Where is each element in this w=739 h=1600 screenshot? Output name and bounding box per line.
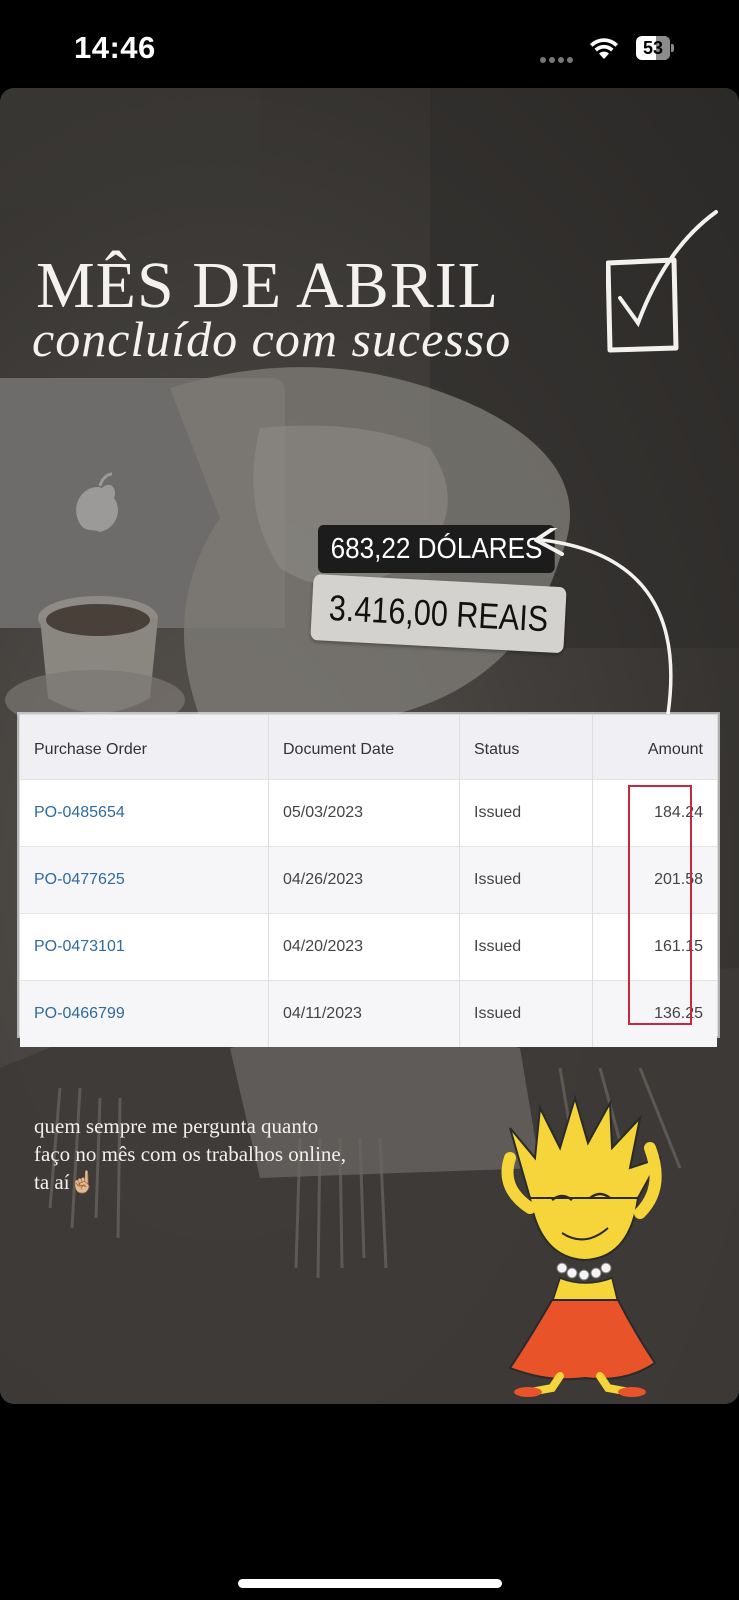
reais-total-tag: 3.416,00 REAIS — [310, 574, 567, 654]
clock: 14:46 — [74, 30, 156, 65]
column-header-amount[interactable]: Amount — [592, 715, 717, 780]
column-header-status[interactable]: Status — [459, 715, 593, 780]
lisa-simpson-sticker — [501, 1094, 663, 1397]
column-header-document-date[interactable]: Document Date — [268, 715, 460, 780]
table-row: PO-0466799 04/11/2023 Issued 136.25 — [20, 980, 717, 1047]
table-row: PO-0477625 04/26/2023 Issued 201.58 — [20, 846, 717, 914]
status-bar: 14:46 53 — [0, 0, 739, 88]
story-frame[interactable]: MÊS DE ABRIL concluído com sucesso 683,2… — [0, 88, 739, 1404]
purchase-order-link[interactable]: PO-0477625 — [20, 846, 269, 914]
story-caption: quem sempre me pergunta quanto faço no m… — [34, 1114, 347, 1194]
status-cell: Issued — [459, 779, 593, 847]
home-indicator[interactable] — [238, 1579, 502, 1588]
signal-dots-icon — [540, 50, 576, 63]
status-cell: Issued — [459, 846, 593, 914]
document-date-cell: 04/11/2023 — [268, 980, 460, 1047]
column-header-purchase-order[interactable]: Purchase Order — [20, 715, 269, 780]
purchase-order-link[interactable]: PO-0473101 — [20, 913, 269, 981]
purchase-order-link[interactable]: PO-0466799 — [20, 980, 269, 1047]
table-row: PO-0473101 04/20/2023 Issued 161.15 — [20, 913, 717, 981]
battery-level-text: 53 — [642, 38, 664, 58]
purchase-order-link[interactable]: PO-0485654 — [20, 779, 269, 847]
amount-highlight-box — [628, 785, 692, 1025]
purchase-orders-table: Purchase Order Document Date Status Amou… — [19, 714, 718, 1047]
dollars-total-tag: 683,22 DÓLARES — [318, 525, 556, 573]
curved-arrow-icon — [534, 528, 673, 716]
table-row: PO-0485654 05/03/2023 Issued 184.24 — [20, 779, 717, 847]
document-date-cell: 05/03/2023 — [268, 779, 460, 847]
document-date-cell: 04/26/2023 — [268, 846, 460, 914]
status-cell: Issued — [459, 980, 593, 1047]
story-subtitle: concluído com sucesso — [32, 311, 512, 367]
wifi-icon — [590, 38, 618, 59]
document-date-cell: 04/20/2023 — [268, 913, 460, 981]
battery-icon: 53 — [636, 36, 676, 60]
checkmark-box-icon — [606, 210, 718, 353]
status-cell: Issued — [459, 913, 593, 981]
